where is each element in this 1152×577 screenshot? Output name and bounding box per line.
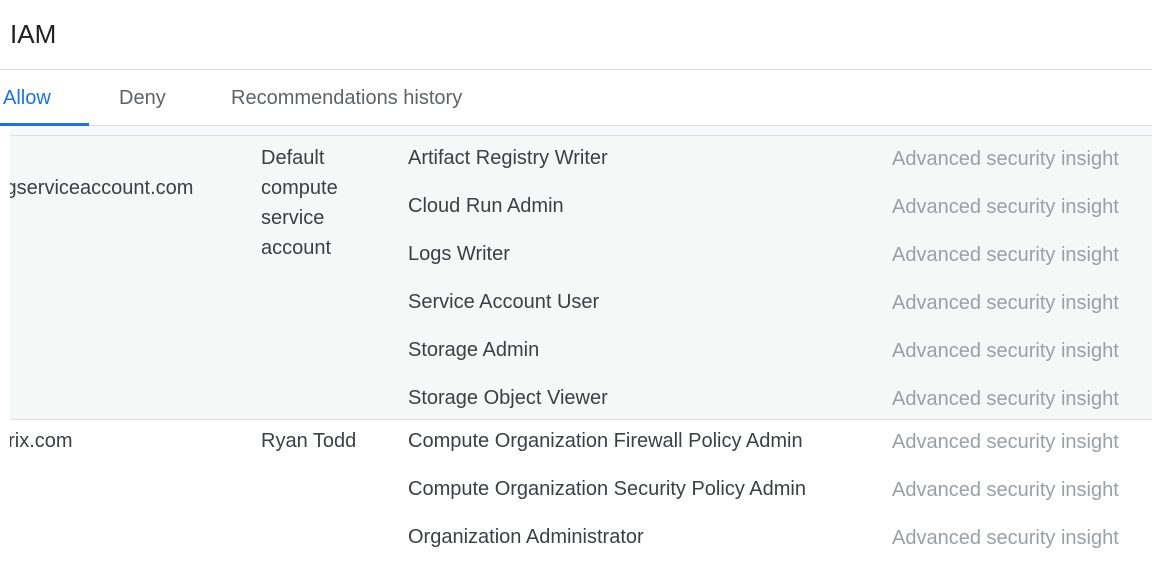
security-insight-link[interactable]: Advanced security insight xyxy=(892,478,1119,502)
role-organization-administrator: Organization Administrator xyxy=(408,526,644,548)
security-insight-link[interactable]: Advanced security insight xyxy=(892,430,1119,454)
table-row[interactable]: .gserviceaccount.com Default compute ser… xyxy=(10,136,1152,420)
policy-tabs: Allow Deny Recommendations history xyxy=(0,70,1152,126)
security-insight-link[interactable]: Advanced security insight xyxy=(892,291,1119,315)
role-cloud-run-admin: Cloud Run Admin xyxy=(408,195,564,217)
tab-allow[interactable]: Allow xyxy=(0,70,89,126)
security-insight-link[interactable]: Advanced security insight xyxy=(892,147,1119,171)
table-row[interactable]: orix.com Ryan Todd Compute Organization … xyxy=(10,420,1152,577)
role-compute-org-security-policy-admin: Compute Organization Security Policy Adm… xyxy=(408,478,806,500)
principal-name-cell: Default compute service account xyxy=(261,147,338,259)
role-storage-admin: Storage Admin xyxy=(408,339,540,361)
role-compute-org-firewall-policy-admin: Compute Organization Firewall Policy Adm… xyxy=(408,430,803,452)
principal-cell: orix.com xyxy=(10,429,240,453)
iam-page: IAM Allow Deny Recommendations history .… xyxy=(0,0,1152,577)
security-insight-link[interactable]: Advanced security insight xyxy=(892,195,1119,219)
role-artifact-registry-writer: Artifact Registry Writer xyxy=(408,147,608,169)
security-insight-link[interactable]: Advanced security insight xyxy=(892,339,1119,363)
tab-recommendations-history[interactable]: Recommendations history xyxy=(231,70,462,125)
table-header-strip xyxy=(10,126,1152,136)
principal-text: .gserviceaccount.com xyxy=(10,177,194,199)
role-service-account-user: Service Account User xyxy=(408,291,600,313)
security-insight-link[interactable]: Advanced security insight xyxy=(892,243,1119,267)
role-storage-object-viewer: Storage Object Viewer xyxy=(408,387,608,409)
principal-cell: .gserviceaccount.com xyxy=(10,176,240,200)
principal-text: orix.com xyxy=(10,430,73,452)
tab-deny[interactable]: Deny xyxy=(119,70,166,125)
role-logs-writer: Logs Writer xyxy=(408,243,510,265)
page-title: IAM xyxy=(10,19,57,49)
security-insight-link[interactable]: Advanced security insight xyxy=(892,526,1119,550)
page-header: IAM xyxy=(0,0,1152,70)
security-insight-link[interactable]: Advanced security insight xyxy=(892,387,1119,411)
principal-name-cell: Ryan Todd xyxy=(261,430,357,452)
